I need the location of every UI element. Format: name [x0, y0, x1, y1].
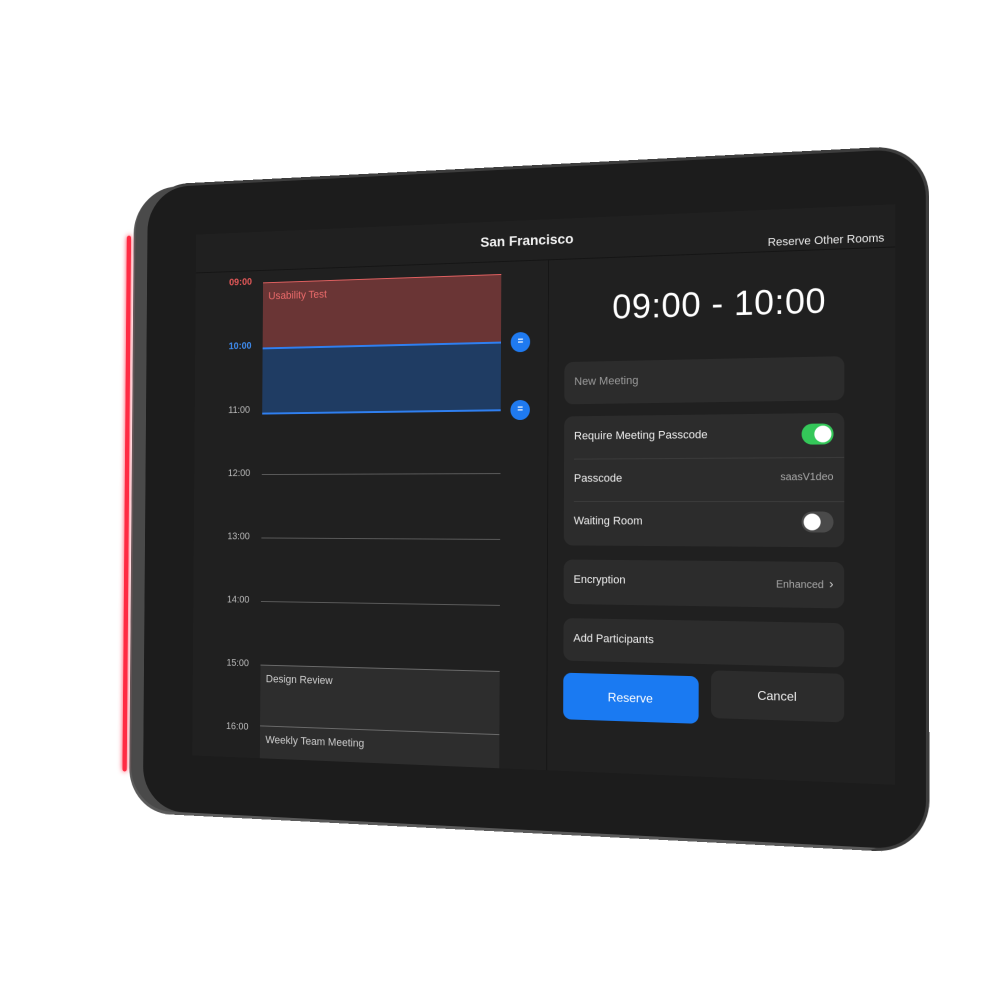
- require-passcode-toggle[interactable]: [801, 423, 834, 445]
- encryption-value-wrap: Enhanced ›: [775, 576, 834, 592]
- meeting-name-input[interactable]: New Meeting: [564, 356, 845, 405]
- hour-label: 16:00: [226, 721, 249, 733]
- hour-gridline: [261, 537, 501, 540]
- waiting-room-toggle[interactable]: [801, 511, 834, 533]
- encryption-row[interactable]: Encryption Enhanced ›: [563, 559, 845, 609]
- waiting-room-label: Waiting Room: [573, 515, 643, 528]
- require-passcode-row: Require Meeting Passcode: [573, 412, 845, 460]
- status-led-bar: [122, 235, 132, 772]
- chevron-right-icon: ›: [829, 576, 834, 592]
- event-title: Weekly Team Meeting: [265, 734, 365, 750]
- add-participants-row[interactable]: Add Participants: [563, 618, 845, 668]
- hour-label: 10:00: [228, 341, 252, 353]
- room-tablet-device: San Francisco Reserve Other Rooms 09:00 …: [122, 147, 926, 851]
- booking-panel: 09:00 - 10:00 New Meeting Require Meetin…: [547, 247, 895, 784]
- security-settings-group: Require Meeting Passcode Passcode saasV1…: [563, 412, 845, 548]
- hour-label: 11:00: [228, 405, 250, 416]
- event-usability-test[interactable]: Usability Test: [262, 273, 502, 349]
- event-design-review[interactable]: Design Review: [260, 664, 500, 735]
- selected-time-range[interactable]: = =: [262, 331, 531, 421]
- event-title: Design Review: [265, 673, 333, 688]
- encryption-value: Enhanced: [775, 579, 824, 592]
- selected-time-range-label: 09:00 - 10:00: [612, 281, 827, 327]
- require-passcode-label: Require Meeting Passcode: [574, 428, 708, 443]
- encryption-label: Encryption: [573, 573, 626, 587]
- event-weekly-team-meeting[interactable]: Weekly Team Meeting: [259, 725, 500, 776]
- hour-label: 09:00: [229, 277, 253, 289]
- hour-gridline: [261, 473, 501, 476]
- hour-label: 13:00: [227, 531, 250, 543]
- hour-gridline: [260, 601, 500, 606]
- hour-label: 14:00: [226, 594, 250, 606]
- reserve-button[interactable]: Reserve: [563, 672, 699, 724]
- passcode-label: Passcode: [573, 472, 623, 485]
- tablet-screen: San Francisco Reserve Other Rooms 09:00 …: [192, 204, 896, 785]
- drag-handle-start-icon[interactable]: =: [510, 331, 531, 353]
- stage: San Francisco Reserve Other Rooms 09:00 …: [0, 0, 1000, 1000]
- cancel-button[interactable]: Cancel: [711, 670, 845, 723]
- hour-label: 12:00: [227, 468, 251, 479]
- hour-label: 15:00: [226, 657, 249, 670]
- waiting-room-row: Waiting Room: [574, 501, 845, 545]
- add-participants-label: Add Participants: [573, 632, 654, 647]
- drag-handle-end-icon[interactable]: =: [510, 399, 530, 421]
- meeting-name-placeholder: New Meeting: [574, 374, 639, 389]
- toggle-knob: [814, 425, 832, 443]
- event-title: Usability Test: [268, 288, 327, 303]
- schedule-timeline[interactable]: 09:00 10:00 11:00 12:00 13:00 14:00 15:0…: [192, 260, 550, 776]
- passcode-row[interactable]: Passcode saasV1deo: [573, 456, 845, 503]
- passcode-value[interactable]: saasV1deo: [780, 472, 833, 484]
- toggle-knob: [803, 513, 821, 531]
